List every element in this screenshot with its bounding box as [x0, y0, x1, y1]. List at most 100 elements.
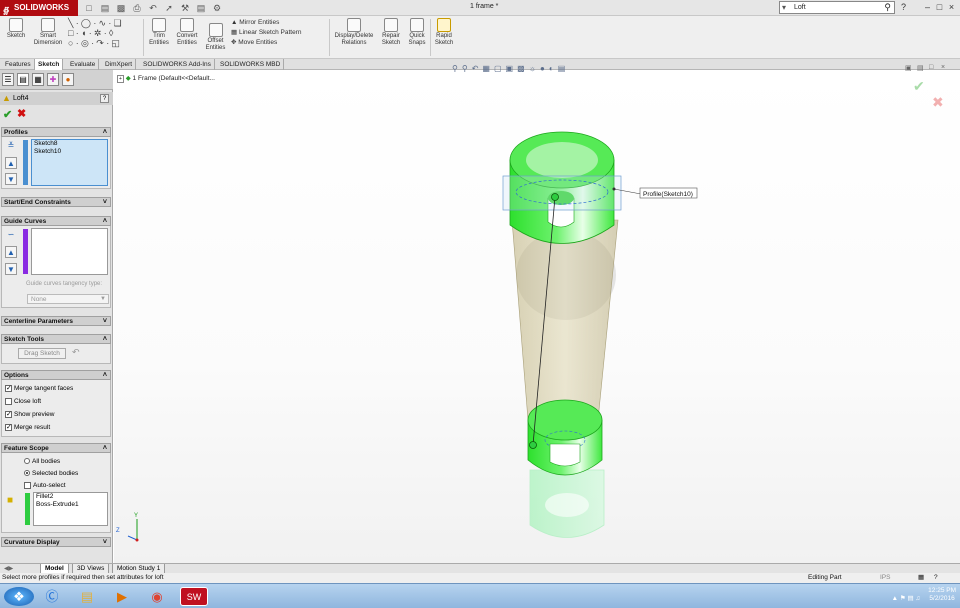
offset-entities-button[interactable]: Offset Entities	[203, 23, 228, 52]
display-manager-icon[interactable]: ●	[62, 73, 74, 86]
all-bodies-radio[interactable]: All bodies	[2, 455, 110, 467]
minimize-icon[interactable]: –	[922, 2, 933, 12]
close-icon[interactable]: ×	[946, 2, 957, 12]
move-up-button[interactable]: ▲	[5, 157, 17, 169]
internet-explorer-icon[interactable]: Ⓒ	[38, 587, 66, 606]
list-item[interactable]: Sketch8	[32, 140, 107, 148]
dimxpert-manager-icon[interactable]: ✚	[47, 73, 59, 86]
options-section-header[interactable]: Options ˄	[1, 370, 111, 380]
apply-scene-icon[interactable]: ◐	[549, 64, 554, 73]
chrome-icon[interactable]: ◉	[143, 587, 171, 606]
connector-handle-top[interactable]	[551, 193, 559, 201]
feature-scope-section-header[interactable]: Feature Scope ˄	[1, 443, 111, 453]
solid-bodies-list[interactable]: Fillet2 Boss-Extrude1	[33, 492, 108, 526]
solidworks-logo[interactable]: ∯ SOLIDWORKS	[0, 0, 78, 16]
convert-entities-button[interactable]: Convert Entities	[174, 18, 200, 47]
curvature-display-header[interactable]: Curvature Display ˅	[1, 537, 111, 547]
restore-icon[interactable]: □	[934, 2, 945, 12]
repair-sketch-button[interactable]: Repair Sketch	[379, 18, 403, 47]
display-delete-relations-button[interactable]: Display/Delete Relations	[332, 18, 376, 47]
guide-move-down-button[interactable]: ▼	[5, 263, 17, 275]
model-view[interactable]: Profile(Sketch10) Y Z	[114, 70, 960, 564]
trim-entities-button[interactable]: Trim Entities	[147, 18, 171, 47]
connector-handle-bottom[interactable]	[529, 441, 537, 449]
guide-move-up-button[interactable]: ▲	[5, 246, 17, 258]
smart-dimension-button[interactable]: Smart Dimension	[30, 18, 66, 47]
flyout-feature-tree[interactable]: + ◆ 1 Frame (Default<<Default...	[117, 74, 215, 83]
previous-view-icon[interactable]: ↶	[472, 64, 479, 73]
search-input[interactable]: ▾ Loft ⚲	[779, 1, 895, 14]
expand-tree-icon[interactable]: +	[117, 75, 124, 83]
line-tools-row[interactable]: ╲ ∙ ◯ ∙ ∿ ∙ ❏	[68, 18, 142, 28]
tab-add-ins[interactable]: SOLIDWORKS Add-Ins	[140, 59, 215, 70]
new-document-icon[interactable]: □	[82, 2, 96, 14]
feature-tree-icon[interactable]: ☰	[2, 73, 14, 86]
edit-appearance-icon[interactable]: ●	[540, 64, 545, 73]
solidworks-taskbar-icon[interactable]: SW	[180, 587, 208, 606]
guide-curves-section-header[interactable]: Guide Curves ˄	[1, 216, 111, 226]
viewport-restore-icon[interactable]: □	[929, 64, 933, 71]
point-tools-row[interactable]: ○ ∙ ◎ ∙ ↷ ∙ ◱	[68, 38, 142, 48]
media-player-icon[interactable]: ▶	[108, 587, 136, 606]
sketch-button[interactable]: Sketch	[4, 18, 28, 40]
help-button[interactable]: ?	[100, 94, 109, 103]
tab-sketch[interactable]: Sketch	[35, 59, 64, 70]
move-entities-button[interactable]: ✥ Move Entities	[231, 38, 326, 48]
list-item[interactable]: Sketch10	[32, 148, 107, 156]
tab-dimxpert[interactable]: DimXpert	[102, 59, 137, 70]
auto-select-checkbox[interactable]: Auto-select	[2, 479, 110, 492]
sketch-tools-section-header[interactable]: Sketch Tools ˄	[1, 334, 111, 344]
close-loft-checkbox[interactable]: Close loft	[2, 395, 110, 408]
rebuild-status-icon[interactable]: ▦	[918, 573, 924, 583]
property-manager-icon[interactable]: ▤	[17, 73, 29, 86]
profiles-list[interactable]: Sketch8 Sketch10	[31, 139, 108, 186]
search-scope-icon[interactable]: ▾	[782, 2, 786, 13]
scroll-left-icon[interactable]: ◀▶	[4, 565, 13, 572]
select-arrow-icon[interactable]: ➚	[162, 2, 176, 14]
view-settings-icon[interactable]: ▤	[558, 64, 566, 73]
confirmation-ok-icon[interactable]: ✔	[913, 78, 925, 95]
linear-sketch-pattern-button[interactable]: ▦ Linear Sketch Pattern	[231, 28, 326, 38]
guide-tangency-select[interactable]: None ▼	[27, 294, 109, 304]
profiles-section-header[interactable]: Profiles ˄	[1, 127, 111, 137]
undo-icon[interactable]: ↶	[146, 2, 160, 14]
help-icon[interactable]: ?	[898, 2, 909, 12]
start-end-constraints-header[interactable]: Start/End Constraints ˅	[1, 197, 111, 207]
print-icon[interactable]: ⎙	[130, 2, 144, 14]
start-button[interactable]: ❖	[4, 587, 34, 606]
tab-features[interactable]: Features	[2, 59, 35, 70]
viewport-minimize-icon[interactable]: ▣	[905, 64, 912, 72]
confirmation-cancel-icon[interactable]: ✖	[932, 94, 944, 111]
merge-tangent-faces-checkbox[interactable]: ✓ Merge tangent faces	[2, 382, 110, 395]
merge-result-checkbox[interactable]: ✓ Merge result	[2, 421, 110, 434]
show-preview-checkbox[interactable]: ✓ Show preview	[2, 408, 110, 421]
file-properties-icon[interactable]: ▤	[194, 2, 208, 14]
move-down-button[interactable]: ▼	[5, 173, 17, 185]
options-gear-icon[interactable]: ⚙	[210, 2, 224, 14]
tab-mbd[interactable]: SOLIDWORKS MBD	[217, 59, 285, 70]
list-item[interactable]: Boss-Extrude1	[34, 501, 107, 509]
mirror-entities-button[interactable]: ▲ Mirror Entities	[231, 18, 326, 28]
drag-sketch-button[interactable]: Drag Sketch	[18, 348, 66, 359]
centerline-parameters-header[interactable]: Centerline Parameters ˅	[1, 316, 111, 326]
undo-sketch-drag-icon[interactable]: ↶	[72, 347, 80, 358]
tab-evaluate[interactable]: Evaluate	[67, 59, 100, 70]
search-icon[interactable]: ⚲	[884, 2, 891, 13]
status-units[interactable]: IPS	[880, 573, 890, 583]
hide-show-items-icon[interactable]: ☼	[529, 64, 536, 73]
help-status-icon[interactable]: ?	[934, 573, 938, 583]
guide-curves-list[interactable]	[31, 228, 108, 275]
rectangle-tools-row[interactable]: □ ∙ ◖ ∙ ✲ ∙ ◊	[68, 28, 142, 38]
open-folder-icon[interactable]: ▤	[98, 2, 112, 14]
quick-snaps-button[interactable]: Quick Snaps	[405, 18, 429, 47]
selected-bodies-radio[interactable]: Selected bodies	[2, 467, 110, 479]
viewport-tile-icon[interactable]: ▤	[917, 64, 924, 72]
list-item[interactable]: Fillet2	[34, 493, 107, 501]
rebuild-icon[interactable]: ⚒	[178, 2, 192, 14]
configuration-manager-icon[interactable]: ▦	[32, 73, 44, 86]
save-icon[interactable]: ▩	[114, 2, 128, 14]
ok-button[interactable]: ✔	[3, 108, 12, 121]
file-explorer-icon[interactable]: ▤	[73, 587, 101, 606]
display-style-icon[interactable]: ▩	[517, 64, 525, 73]
zoom-to-area-icon[interactable]: ⚲	[462, 64, 468, 73]
